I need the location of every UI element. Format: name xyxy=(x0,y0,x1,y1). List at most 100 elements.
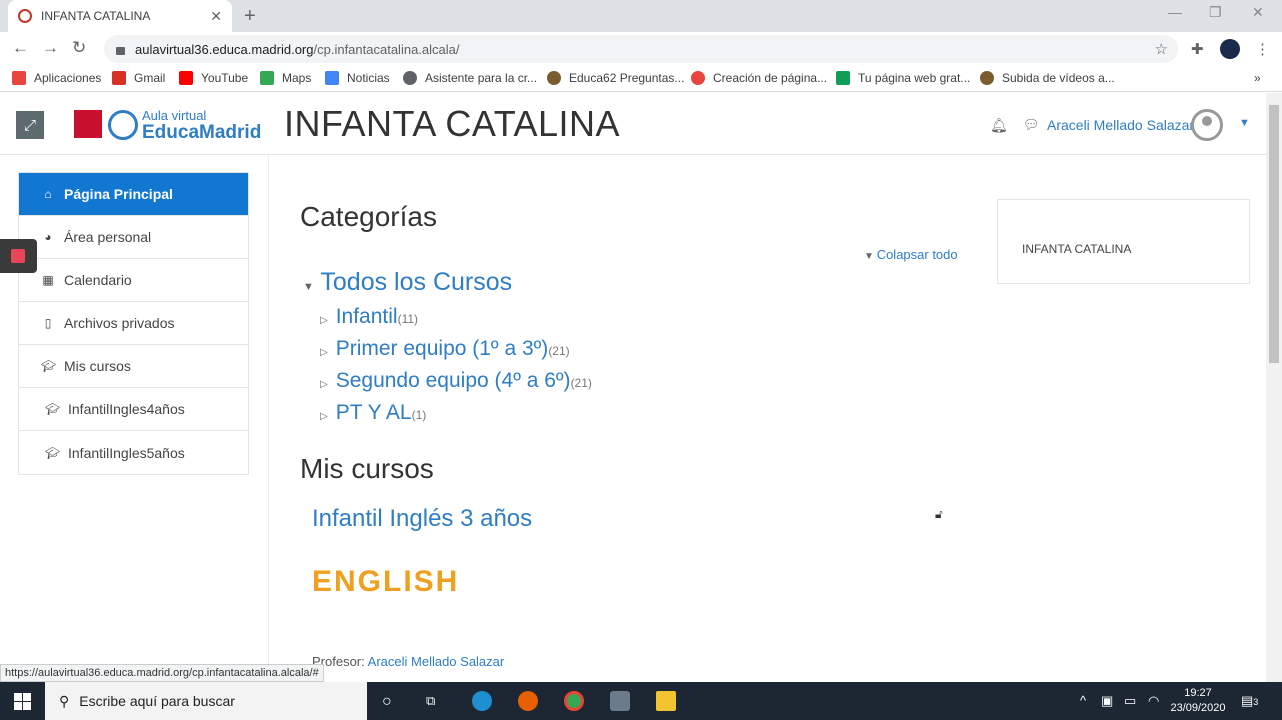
caret-down-icon: ▼ xyxy=(864,251,877,262)
nav-item-mis-cursos[interactable]: 🎓︎ Mis cursos xyxy=(19,345,248,388)
user-avatar[interactable] xyxy=(1191,109,1223,141)
new-tab-button[interactable]: + xyxy=(244,5,256,28)
status-url: https://aulavirtual36.educa.madrid.org/c… xyxy=(0,664,324,682)
bookmark-item[interactable]: Tu página web grat... xyxy=(836,71,970,85)
reload-icon[interactable]: ↻ xyxy=(72,38,86,58)
apps-grid-icon xyxy=(12,71,26,85)
file-icon: ▯ xyxy=(44,316,52,330)
back-icon[interactable]: ← xyxy=(12,38,29,58)
nav-item-area-personal[interactable]: ◕ Área personal xyxy=(19,216,248,259)
column-divider xyxy=(268,155,269,682)
record-button[interactable] xyxy=(0,239,37,273)
bookmark-item[interactable]: Educa62 Preguntas... xyxy=(547,71,684,85)
side-block: INFANTA CATALINA xyxy=(997,199,1250,284)
nav-drawer: ⌂ Página Principal ◕ Área personal ▦ Calend… xyxy=(18,172,249,475)
expand-icon[interactable]: ⤢ xyxy=(16,111,44,139)
bookmark-item[interactable]: Maps xyxy=(260,71,311,85)
logo-educamadrid: EducaMadrid xyxy=(142,122,262,143)
graduation-cap-icon: 🎓︎ xyxy=(45,445,61,460)
maps-icon xyxy=(260,71,274,85)
teacher-link[interactable]: Araceli Mellado Salazar xyxy=(368,654,505,669)
edge-icon[interactable] xyxy=(472,691,492,711)
caret-down-icon: ▼ xyxy=(303,281,314,293)
site-favicon-icon xyxy=(18,9,32,23)
nav-item-course-5[interactable]: 🎓︎ InfantilIngles5años xyxy=(19,431,248,474)
category-item[interactable]: ▷ Segundo equipo (4º a 6º)(21) xyxy=(320,369,592,393)
madrid-flag-logo xyxy=(74,110,102,138)
tab-title: INFANTA CATALINA xyxy=(41,9,151,23)
address-bar[interactable]: aulavirtual36.educa.madrid.org /cp.infan… xyxy=(104,35,1178,63)
lock-icon xyxy=(116,47,125,55)
webpage-icon xyxy=(836,71,850,85)
file-explorer-icon[interactable] xyxy=(656,691,676,711)
close-tab-icon[interactable]: ✕ xyxy=(210,8,222,25)
my-courses-heading: Mis cursos xyxy=(300,453,434,484)
search-icon: ⚲ xyxy=(59,692,70,709)
chrome-icon[interactable] xyxy=(564,691,584,711)
bookmark-item[interactable]: Subida de vídeos a... xyxy=(980,71,1115,85)
page-scrollbar[interactable] xyxy=(1266,93,1282,682)
unlock-icon: 🔓︎ xyxy=(935,507,943,521)
category-item[interactable]: ▷ Infantil(11) xyxy=(320,305,418,329)
course-teacher: Profesor: Araceli Mellado Salazar xyxy=(312,654,505,669)
windows-start-icon[interactable] xyxy=(14,693,31,710)
expand-triangle-icon: ▷ xyxy=(320,411,328,422)
news-icon xyxy=(325,71,339,85)
expand-triangle-icon: ▷ xyxy=(320,347,328,358)
nav-item-pagina-principal[interactable]: ⌂ Página Principal xyxy=(19,173,248,216)
bookmark-item[interactable]: Gmail xyxy=(112,71,165,85)
app-icon[interactable] xyxy=(610,691,630,711)
wifi-icon[interactable]: ◠ xyxy=(1148,693,1159,709)
bookmark-item[interactable]: Creación de página... xyxy=(691,71,827,85)
graduation-cap-icon: 🎓︎ xyxy=(45,402,61,416)
tray-chevron-icon[interactable]: ^ xyxy=(1080,693,1086,708)
side-block-text: INFANTA CATALINA xyxy=(1022,242,1132,256)
firefox-icon[interactable] xyxy=(518,691,538,711)
bookmark-item[interactable]: Noticias xyxy=(325,71,390,85)
notifications-icon[interactable]: ▤3 xyxy=(1241,693,1258,709)
scrollbar-thumb[interactable] xyxy=(1269,105,1279,363)
course-image[interactable]: ENGLISH xyxy=(312,565,459,599)
forward-icon[interactable]: → xyxy=(42,38,59,58)
bookmarks-bar: Aplicaciones Gmail YouTube Maps Noticias… xyxy=(0,66,1282,92)
expand-triangle-icon: ▷ xyxy=(320,315,328,326)
site-title[interactable]: INFANTA CATALINA xyxy=(284,103,620,145)
course-title-link[interactable]: Infantil Inglés 3 años xyxy=(312,505,532,533)
bookmark-item[interactable]: YouTube xyxy=(179,71,248,85)
notifications-bell-icon[interactable]: 🔔︎ xyxy=(990,117,1008,134)
battery-icon[interactable]: ▭ xyxy=(1124,693,1136,709)
close-window-icon[interactable]: ✕ xyxy=(1252,4,1264,21)
profile-avatar-icon[interactable] xyxy=(1220,39,1240,59)
menu-dots-icon[interactable]: ⋮ xyxy=(1255,40,1270,58)
dashboard-icon: ◕ xyxy=(44,230,52,244)
category-root[interactable]: ▼ Todos los Cursos xyxy=(303,268,512,297)
target-icon xyxy=(691,71,705,85)
taskbar-clock[interactable]: 19:27 23/09/2020 xyxy=(1166,686,1230,716)
more-bookmarks-button[interactable]: » xyxy=(1254,71,1261,85)
expand-triangle-icon: ▷ xyxy=(320,379,328,390)
windows-taskbar: ⚲ Escribe aquí para buscar ○ ⧉ ^ ▣ ▭ ◠ 19… xyxy=(0,682,1282,720)
collapse-all-link[interactable]: ▼ Colapsar todo xyxy=(864,247,958,262)
task-view-icon[interactable]: ⧉ xyxy=(426,693,435,709)
category-item[interactable]: ▷ PT Y AL(1) xyxy=(320,401,426,425)
bookmark-star-icon[interactable]: ☆ xyxy=(1155,40,1168,58)
nav-item-calendario[interactable]: ▦ Calendario xyxy=(19,259,248,302)
user-menu-caret-icon[interactable]: ▼ xyxy=(1239,117,1250,129)
taskbar-search[interactable]: ⚲ Escribe aquí para buscar xyxy=(45,682,367,720)
site-header: ⤢ Aula virtual EducaMadrid INFANTA CATAL… xyxy=(0,93,1266,155)
bookmark-item[interactable]: Asistente para la cr... xyxy=(403,71,537,85)
nav-item-archivos-privados[interactable]: ▯ Archivos privados xyxy=(19,302,248,345)
user-name-link[interactable]: Araceli Mellado Salazar xyxy=(1047,117,1194,133)
messages-icon[interactable]: 💬︎ xyxy=(1023,117,1040,133)
category-item[interactable]: ▷ Primer equipo (1º a 3º)(21) xyxy=(320,337,570,361)
home-icon: ⌂ xyxy=(44,187,52,201)
tray-app-icon[interactable]: ▣ xyxy=(1101,693,1113,709)
minimize-icon[interactable]: — xyxy=(1168,4,1182,20)
youtube-icon xyxy=(179,71,193,85)
browser-tab[interactable]: INFANTA CATALINA ✕ xyxy=(8,0,232,32)
bookmark-item[interactable]: Aplicaciones xyxy=(12,71,101,85)
restore-icon[interactable]: ❐ xyxy=(1209,4,1222,21)
cortana-icon[interactable]: ○ xyxy=(382,693,392,711)
nav-item-course-4[interactable]: 🎓︎ InfantilIngles4años xyxy=(19,388,248,431)
extensions-icon[interactable]: ✚ xyxy=(1191,40,1204,58)
